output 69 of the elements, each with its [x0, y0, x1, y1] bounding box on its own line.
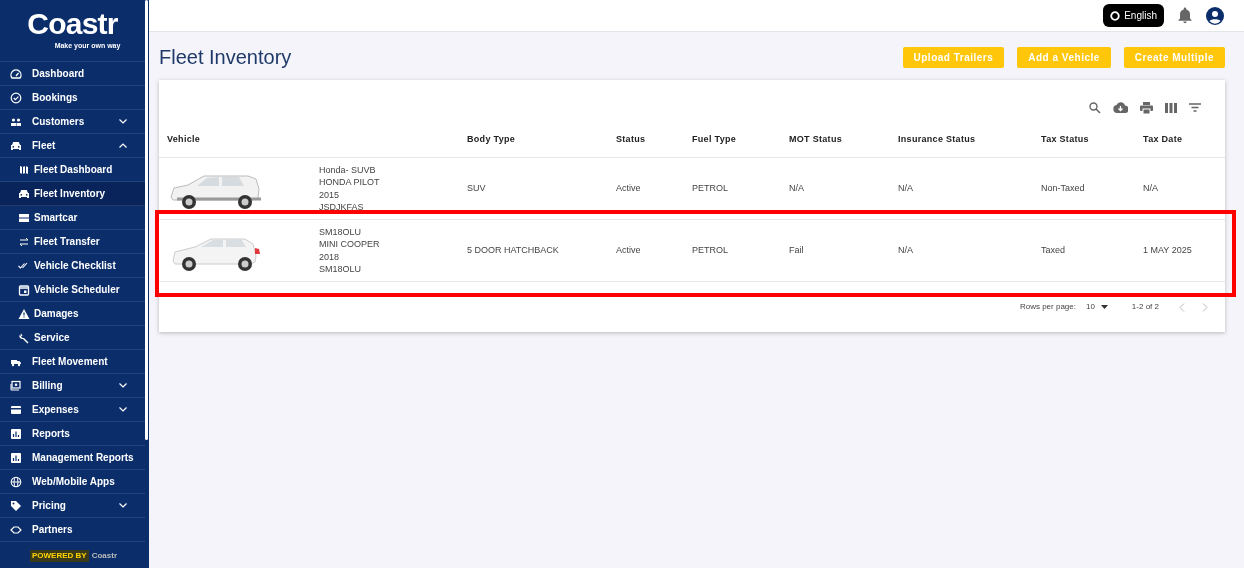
vehicle-details: Honda- SUVB HONDA PILOT 2015 JSDJKFAS [319, 163, 380, 214]
column-header[interactable]: Tax Status [1041, 132, 1143, 147]
people-icon [10, 115, 22, 128]
tag-icon [10, 499, 22, 512]
filter-icon[interactable] [1189, 103, 1201, 113]
table-cell-text: Taxed [1041, 244, 1067, 258]
notification-bell-icon[interactable] [1178, 7, 1192, 24]
table-cell-text: SUV [467, 182, 487, 196]
table-cell-text: PETROL [692, 244, 729, 258]
car-icon [10, 139, 22, 152]
table-cell-text: PETROL [692, 182, 729, 196]
language-button[interactable]: English [1103, 4, 1164, 27]
vehicle-details: SM18OLU MINI COOPER 2018 SM18OLU [319, 225, 380, 276]
warning-icon [18, 307, 30, 320]
chevron-down-icon[interactable] [119, 503, 127, 508]
column-header[interactable]: Tax Date [1143, 132, 1225, 147]
rows-per-page-select[interactable]: 10 [1085, 301, 1108, 314]
sidebar-item[interactable]: Pricing [0, 494, 145, 518]
table-cell-text: Active [616, 244, 642, 258]
table-cell-text: 1 MAY 2025 [1143, 244, 1193, 258]
column-header[interactable]: Body Type [467, 132, 616, 147]
columns-icon[interactable] [1165, 102, 1177, 113]
cloud-download-icon[interactable] [1113, 102, 1128, 114]
table-cell-text: Active [616, 182, 642, 196]
search-icon[interactable] [1089, 101, 1101, 114]
table-cell-text: Non-Taxed [1041, 182, 1086, 196]
check-circle-icon [10, 91, 22, 104]
sidebar-item[interactable]: Partners [0, 518, 145, 542]
sidebar-item[interactable]: Web/Mobile Apps [0, 470, 145, 494]
bar-chart-icon [10, 451, 22, 464]
gauge-icon [10, 67, 22, 80]
sidebar-item[interactable]: Management Reports [0, 446, 145, 470]
scrollbar[interactable] [145, 0, 148, 440]
wrench-icon [18, 331, 30, 344]
chevron-down-icon[interactable] [119, 407, 127, 412]
table-cell-text: N/A [789, 182, 805, 196]
sidebar-item[interactable]: Billing [0, 374, 145, 398]
column-header[interactable]: Status [616, 132, 692, 147]
column-header[interactable]: Vehicle [167, 132, 467, 147]
chevron-up-icon[interactable] [119, 143, 127, 148]
globe-icon [10, 475, 22, 488]
table-cell-text: Fail [789, 244, 805, 258]
sidebar-item[interactable]: Reports [0, 422, 145, 446]
car-icon [18, 187, 30, 200]
account-icon[interactable] [1206, 6, 1224, 25]
card-icon [10, 403, 22, 416]
chevron-down-icon[interactable] [119, 119, 127, 124]
invoice-icon [10, 379, 22, 392]
print-icon[interactable] [1140, 101, 1153, 114]
page-range: 1-2 of 2 [1131, 301, 1159, 314]
sidebar-item[interactable]: Expenses [0, 398, 145, 422]
dropdown-caret-icon [1100, 305, 1108, 310]
sidebar-item[interactable]: Fleet Inventory [0, 182, 145, 206]
page-title: Fleet Inventory [159, 45, 292, 70]
calendar-icon [18, 283, 30, 296]
logo: Coastr [27, 9, 118, 40]
column-header[interactable]: MOT Status [789, 132, 898, 147]
stacked-bars-icon [18, 211, 30, 224]
table-cell-text: N/A [1143, 182, 1159, 196]
chevron-down-icon[interactable] [119, 383, 127, 388]
table-cell-text: N/A [898, 182, 914, 196]
swap-arrows-icon [18, 235, 30, 248]
rows-per-page-label: Rows per page: [1019, 301, 1076, 314]
column-header[interactable]: Insurance Status [898, 132, 1041, 147]
table-cell-text: 5 DOOR HATCHBACK [467, 244, 560, 258]
bar-chart-icon [10, 427, 22, 440]
ring-icon [1110, 10, 1121, 21]
table-cell-text: N/A [898, 244, 914, 258]
column-header[interactable]: Fuel Type [692, 132, 789, 147]
